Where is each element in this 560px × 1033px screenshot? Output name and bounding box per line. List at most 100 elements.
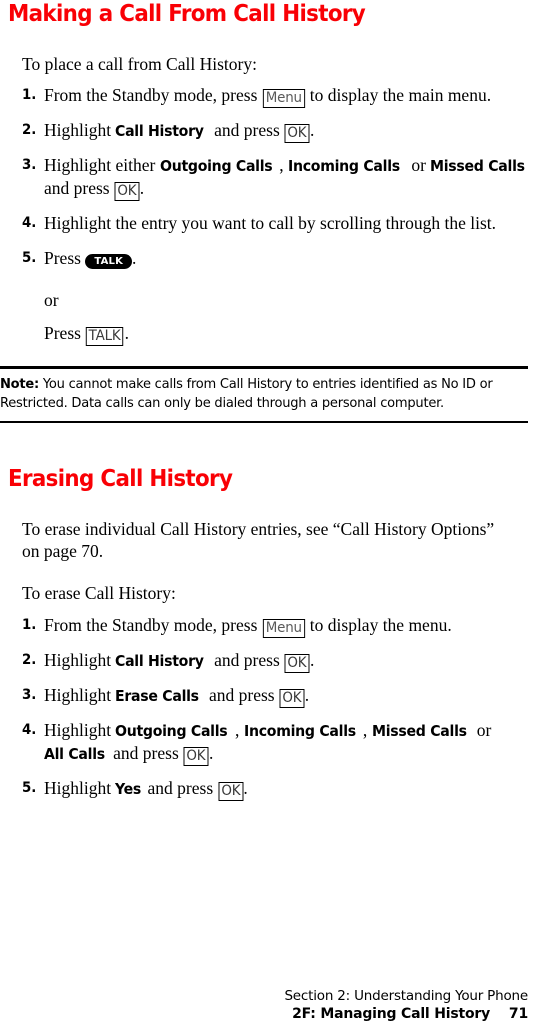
section-title: Erasing Call History: [8, 466, 233, 492]
menu-item-all-calls: All Calls: [44, 745, 105, 763]
menu-item-call-history: Call History: [115, 122, 205, 140]
footer-section-label: Section 2: Understanding Your Phone: [284, 988, 528, 1004]
step-text-mid: and press: [214, 650, 280, 670]
list-item: 3. Highlight either Outgoing Calls, Inco…: [22, 154, 537, 201]
menu-item-erase-calls: Erase Calls: [115, 687, 200, 705]
key-menu[interactable]: Menu: [262, 89, 305, 108]
list-item-text: From the Standby mode, press Menu to dis…: [44, 84, 532, 108]
manual-page: Making a Call From Call History To place…: [0, 0, 560, 1033]
step-text-after: .: [124, 323, 129, 343]
list-number: 5.: [22, 780, 37, 796]
list-item-text: Highlight Call History and press OK.: [44, 119, 532, 143]
footer-subsection-label: 2F: Managing Call History: [292, 1006, 490, 1022]
step-text-before: Highlight: [44, 120, 112, 140]
erasing-intro-paragraph-2: To erase Call History:: [22, 583, 176, 603]
list-number: 4.: [22, 215, 37, 231]
step-text-after: .: [139, 178, 145, 198]
page-footer: Section 2: Understanding Your Phone 2F: …: [0, 987, 528, 1024]
step-text-after: .: [208, 743, 214, 763]
making-intro-paragraph: To place a call from Call History:: [22, 54, 257, 74]
erasing-intro-paragraph-1: To erase individual Call History entries…: [22, 519, 495, 561]
list-item-text: Highlight the entry you want to call by …: [44, 213, 497, 233]
step-text-mid: and press: [44, 178, 110, 198]
separator-comma: ,: [279, 155, 284, 175]
list-item: 5. Highlight Yes and press OK.: [22, 777, 537, 801]
section-heading-making: Making a Call From Call History: [8, 1, 392, 27]
step-text-before: From the Standby mode, press: [44, 615, 258, 635]
step-text-mid: and press: [214, 120, 280, 140]
list-number: 5.: [22, 250, 37, 266]
key-ok[interactable]: OK: [284, 654, 310, 673]
menu-item-incoming-calls: Incoming Calls: [288, 157, 400, 175]
list-item: 1. From the Standby mode, press Menu to …: [22, 84, 532, 108]
list-item: 3. Highlight Erase Calls and press OK.: [22, 684, 537, 708]
step-text-after: .: [243, 778, 248, 798]
list-item-text: From the Standby mode, press Menu to dis…: [44, 614, 537, 638]
step-text-after: to display the main menu.: [309, 85, 492, 105]
step-text-after: .: [304, 685, 310, 705]
list-item: 1. From the Standby mode, press Menu to …: [22, 614, 537, 638]
note-text: Note: You cannot make calls from Call Hi…: [0, 369, 527, 421]
list-item: 4. Highlight the entry you want to call …: [22, 212, 537, 234]
page-title: Making a Call From Call History: [8, 1, 366, 27]
step-text-before: Highlight: [44, 650, 112, 670]
menu-item-missed-calls: Missed Calls: [371, 722, 467, 740]
list-item: 5. Press TALK.: [22, 247, 537, 269]
key-ok[interactable]: OK: [183, 747, 209, 766]
step-text-mid: and press: [208, 685, 275, 705]
list-number: 3.: [22, 687, 37, 703]
key-talk[interactable]: TALK: [86, 327, 124, 346]
page-number: 71: [508, 1006, 528, 1022]
separator-comma: ,: [235, 720, 240, 740]
step-text-after: to display the menu.: [309, 615, 452, 635]
step-text-after: .: [309, 120, 315, 140]
list-item: 4. Highlight Outgoing Calls, Incoming Ca…: [22, 719, 532, 766]
menu-item-outgoing-calls: Outgoing Calls: [159, 157, 273, 175]
step-text-before: Press: [44, 248, 81, 268]
list-item-text: Highlight Erase Calls and press OK.: [44, 684, 537, 708]
alternative-step: Press TALK.: [22, 322, 537, 346]
separator-or: or: [476, 720, 492, 740]
menu-item-call-history: Call History: [115, 652, 205, 670]
list-item-text: Press TALK.: [44, 247, 537, 269]
list-item-text: Highlight Yes and press OK.: [44, 777, 537, 801]
step-text-before: Highlight: [44, 685, 112, 705]
key-ok[interactable]: OK: [279, 689, 305, 708]
menu-item-yes: Yes: [115, 780, 142, 798]
alternative-or-label: or: [22, 289, 537, 311]
list-item-text: Press TALK.: [44, 322, 537, 346]
note-body-text: You cannot make calls from Call History …: [0, 375, 493, 412]
list-item: 2. Highlight Call History and press OK.: [22, 119, 532, 143]
list-item-text: Highlight either Outgoing Calls, Incomin…: [44, 154, 537, 201]
key-ok[interactable]: OK: [284, 124, 310, 143]
list-item-text: Highlight Outgoing Calls, Incoming Calls…: [44, 719, 532, 766]
footer-subsection-row: 2F: Managing Call History 71: [0, 1005, 528, 1024]
key-ok[interactable]: OK: [114, 182, 140, 201]
note-callout: Note: You cannot make calls from Call Hi…: [0, 366, 528, 424]
list-number: 3.: [22, 157, 37, 173]
menu-item-outgoing-calls: Outgoing Calls: [115, 722, 228, 740]
step-text-before: From the Standby mode, press: [44, 85, 258, 105]
list-number: 1.: [22, 87, 37, 103]
key-menu[interactable]: Menu: [262, 619, 305, 638]
list-item: 2. Highlight Call History and press OK.: [22, 649, 537, 673]
key-talk-pill[interactable]: TALK: [85, 254, 133, 269]
step-text-after: .: [309, 650, 315, 670]
step-text-after: .: [132, 248, 137, 268]
step-text-before: Highlight: [44, 778, 112, 798]
key-ok[interactable]: OK: [218, 782, 243, 801]
list-number: 2.: [22, 122, 37, 138]
step-text-before: Highlight either: [44, 155, 156, 175]
step-text-before: Press: [44, 323, 81, 343]
separator-comma: ,: [362, 720, 368, 740]
menu-item-missed-calls: Missed Calls: [430, 157, 526, 175]
step-text-before: Highlight: [44, 720, 112, 740]
list-item-text: Highlight Call History and press OK.: [44, 649, 537, 673]
list-number: 1.: [22, 617, 37, 633]
step-text-mid: and press: [113, 743, 179, 763]
section-heading-erasing: Erasing Call History: [8, 466, 249, 492]
list-number: 2.: [22, 652, 37, 668]
or-text: or: [44, 290, 59, 310]
step-text-mid: and press: [147, 778, 214, 798]
note-bottom-rule: [0, 420, 528, 424]
